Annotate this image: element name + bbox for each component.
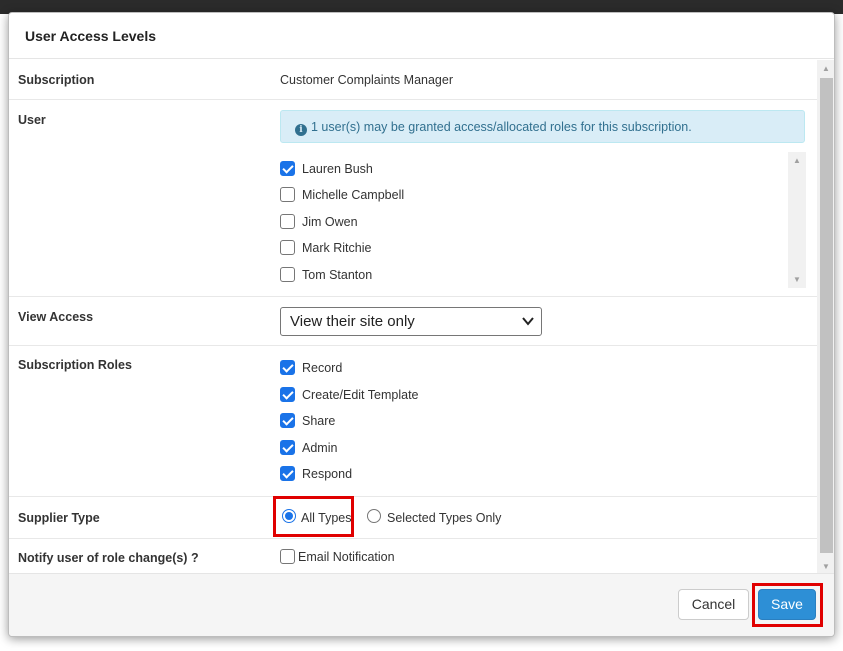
role-checkbox[interactable] [280, 387, 295, 402]
subscription-value: Customer Complaints Manager [280, 73, 453, 87]
user-checkbox[interactable] [280, 267, 295, 282]
role-option-label: Share [302, 414, 336, 428]
chevron-down-icon [522, 317, 534, 326]
view-access-selected-value: View their site only [290, 313, 415, 330]
supplier-type-selected-radio[interactable] [367, 509, 381, 523]
modal-footer: Cancel Save [9, 573, 834, 636]
scroll-down-arrow-icon[interactable]: ▼ [788, 275, 806, 284]
email-notification-checkbox[interactable] [280, 549, 295, 564]
highlight-box [273, 496, 354, 537]
scroll-down-arrow-icon[interactable]: ▼ [817, 562, 834, 571]
role-checkbox[interactable] [280, 413, 295, 428]
user-option-label: Tom Stanton [302, 268, 373, 282]
role-option-label: Admin [302, 441, 338, 455]
role-checkbox[interactable] [280, 360, 295, 375]
cancel-button[interactable]: Cancel [678, 589, 749, 620]
user-info-alert: i 1 user(s) may be granted access/allocat… [280, 110, 805, 143]
notify-row: Notify user of role change(s) ? Email No… [9, 539, 817, 573]
user-option-label: Michelle Campbell [302, 188, 405, 202]
modal-header: User Access Levels [9, 13, 834, 59]
user-info-message: 1 user(s) may be granted access/allocate… [311, 120, 692, 134]
modal-scrollbar[interactable]: ▲ ▼ [817, 60, 834, 573]
highlight-box [752, 583, 823, 627]
user-list-scrollbar[interactable]: ▲ ▼ [788, 152, 806, 288]
subscription-label: Subscription [18, 73, 95, 87]
user-option-label: Jim Owen [302, 215, 358, 229]
user-checkbox[interactable] [280, 187, 295, 202]
view-access-label: View Access [18, 310, 94, 324]
user-option-label: Lauren Bush [302, 162, 373, 176]
user-access-levels-modal: User Access Levels Subscription Customer… [8, 12, 835, 637]
user-checkbox[interactable] [280, 161, 295, 176]
user-checkbox[interactable] [280, 214, 295, 229]
email-notification-label: Email Notification [298, 550, 395, 564]
modal-title: User Access Levels [25, 28, 157, 44]
notify-label: Notify user of role change(s) ? [18, 551, 199, 565]
roles-list: Record Create/Edit Template Share Admin … [280, 346, 580, 496]
email-notification-option[interactable]: Email Notification [280, 548, 480, 568]
role-option-label: Record [302, 361, 343, 375]
scrollbar-thumb[interactable] [820, 78, 833, 553]
scroll-up-arrow-icon[interactable]: ▲ [817, 64, 834, 73]
subscription-roles-label: Subscription Roles [18, 358, 132, 372]
supplier-type-row: Supplier Type All Types Selected Types O… [9, 496, 817, 539]
scroll-up-arrow-icon[interactable]: ▲ [788, 156, 806, 165]
info-icon: i [295, 124, 307, 136]
subscription-roles-row: Subscription Roles Record Create/Edit Te… [9, 346, 817, 497]
view-access-select[interactable]: View their site only [280, 307, 542, 336]
view-access-row: View Access View their site only [9, 297, 817, 346]
supplier-type-label: Supplier Type [18, 511, 100, 525]
user-list[interactable]: Lauren Bush Michelle Campbell Jim Owen M… [280, 152, 806, 288]
user-row: User i 1 user(s) may be granted access/al… [9, 100, 817, 297]
subscription-row: Subscription Customer Complaints Manager [9, 60, 817, 100]
modal-body: Subscription Customer Complaints Manager… [9, 60, 817, 573]
user-label: User [18, 113, 46, 127]
role-option-label: Create/Edit Template [302, 388, 419, 402]
role-option-label: Respond [302, 467, 353, 481]
user-option-label: Mark Ritchie [302, 241, 372, 255]
role-checkbox[interactable] [280, 466, 295, 481]
supplier-type-selected-label[interactable]: Selected Types Only [387, 511, 501, 525]
user-checkbox[interactable] [280, 240, 295, 255]
role-checkbox[interactable] [280, 440, 295, 455]
